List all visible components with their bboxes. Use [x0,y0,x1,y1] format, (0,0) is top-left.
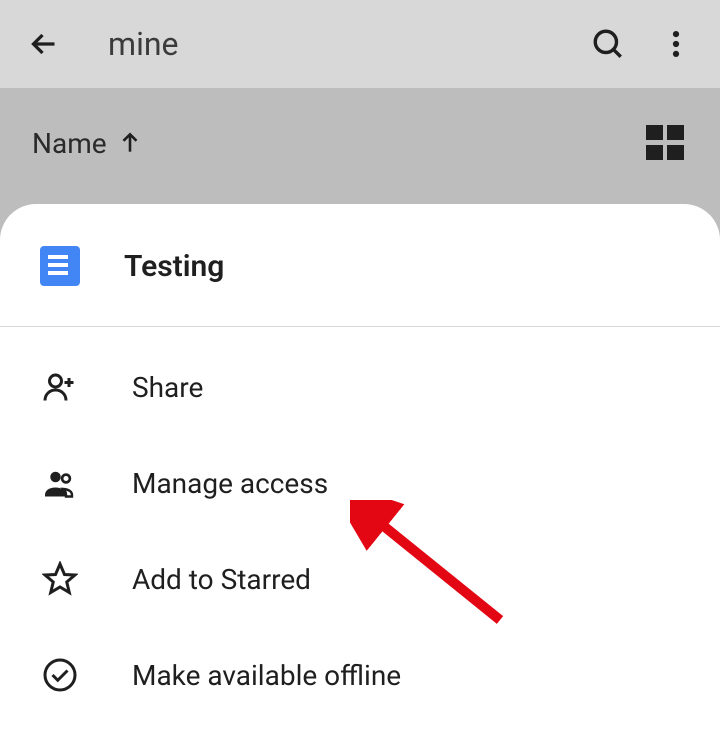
app-header: mine [0,0,720,88]
search-query[interactable]: mine [108,25,568,63]
arrow-left-icon [26,26,62,62]
view-toggle-button[interactable] [646,125,688,161]
back-button[interactable] [16,16,72,72]
share-item[interactable]: Share [0,339,720,435]
manage-access-item[interactable]: Manage access [0,435,720,531]
more-vertical-icon [659,27,693,61]
sort-label: Name [32,127,107,160]
sort-button[interactable]: Name [32,127,143,160]
people-icon [40,463,80,503]
search-button[interactable] [580,16,636,72]
google-doc-icon [40,246,80,286]
person-add-icon [40,367,80,407]
more-options-button[interactable] [648,16,704,72]
make-available-offline-item[interactable]: Make available offline [0,627,720,723]
sort-bar: Name [0,88,720,198]
star-icon [40,559,80,599]
sheet-header: Testing [0,204,720,327]
search-icon [591,27,625,61]
arrow-up-icon [117,130,143,156]
file-title: Testing [124,249,224,284]
grid-icon [646,125,663,140]
offline-icon [40,655,80,695]
menu-item-label: Manage access [132,467,328,500]
menu-list: Share Manage access Add to Starred [0,327,720,723]
menu-item-label: Share [132,371,203,404]
menu-item-label: Make available offline [132,659,401,692]
add-to-starred-item[interactable]: Add to Starred [0,531,720,627]
bottom-sheet: Testing Share Manage access [0,204,720,752]
menu-item-label: Add to Starred [132,563,311,596]
